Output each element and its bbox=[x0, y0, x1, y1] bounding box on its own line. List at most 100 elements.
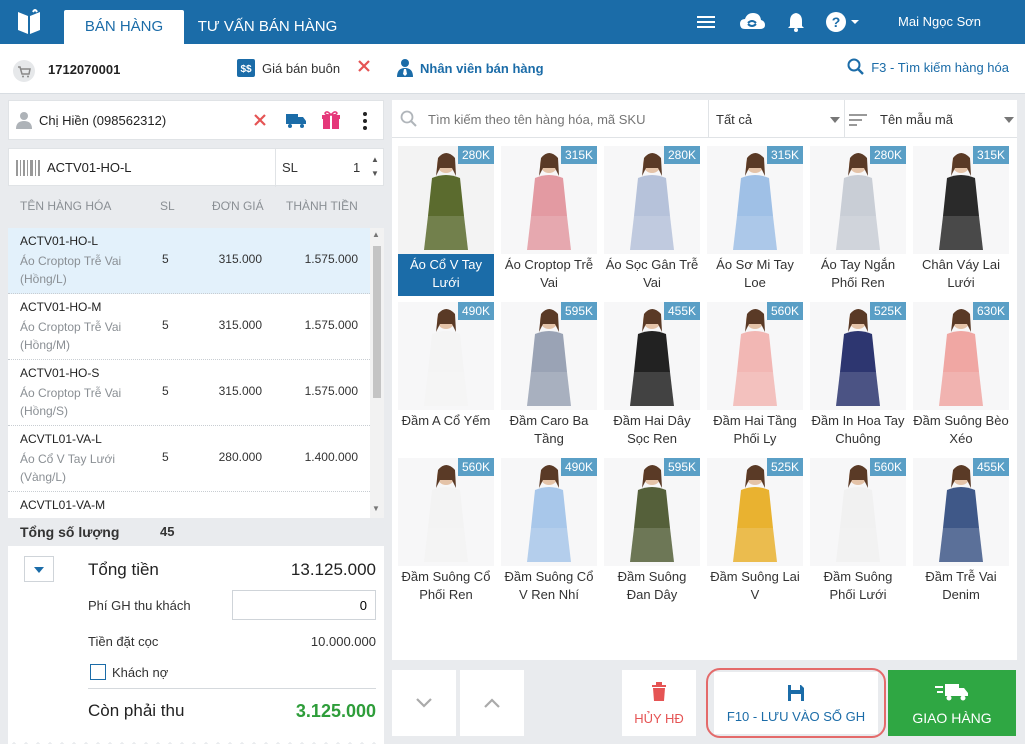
sales-staff-label: Nhân viên bán hàng bbox=[420, 60, 544, 76]
product-card[interactable]: 490K Đầm Suông Cổ V Ren Nhí bbox=[501, 458, 597, 608]
sku-input[interactable]: ACTV01-HO-L bbox=[47, 160, 132, 175]
row-qty[interactable]: 5 bbox=[162, 450, 169, 464]
category-filter[interactable]: Tất cả bbox=[716, 112, 752, 127]
product-name: Đầm In Hoa Tay Chuông bbox=[811, 413, 905, 446]
table-row[interactable]: ACTV01-HO-M Áo Croptop Trễ Vai (Hồng/M) … bbox=[8, 294, 370, 360]
product-card[interactable]: 315K Áo Sơ Mi Tay Loe bbox=[707, 146, 803, 296]
scroll-down-arrow[interactable]: ▼ bbox=[372, 504, 380, 513]
chevron-down-icon[interactable] bbox=[830, 117, 840, 123]
product-image: 455K bbox=[913, 458, 1009, 566]
row-price[interactable]: 315.000 bbox=[208, 252, 262, 266]
price-tag: 455K bbox=[663, 302, 700, 320]
product-card[interactable]: 280K Áo Tay Ngắn Phối Ren bbox=[810, 146, 906, 296]
menu-icon[interactable] bbox=[694, 10, 718, 34]
row-qty[interactable]: 5 bbox=[162, 252, 169, 266]
scroll-thumb[interactable] bbox=[373, 246, 381, 398]
receipt-edge bbox=[8, 734, 384, 744]
sales-staff-button[interactable]: Nhân viên bán hàng bbox=[396, 58, 544, 78]
divider bbox=[275, 149, 276, 187]
col-price-header: ĐƠN GIÁ bbox=[212, 199, 264, 213]
deposit-label: Tiền đặt cọc bbox=[88, 634, 159, 649]
user-name[interactable]: Mai Ngọc Sơn bbox=[898, 14, 981, 29]
amount-due-value: 3.125.000 bbox=[295, 701, 376, 721]
product-card[interactable]: 455K Đầm Trễ Vai Denim bbox=[913, 458, 1009, 608]
product-card[interactable]: 455K Đầm Hai Dây Sọc Ren bbox=[604, 302, 700, 452]
row-name: Áo Cổ V Tay Lưới (Vàng/L) bbox=[20, 452, 116, 484]
customer-box[interactable]: Chị Hiền (098562312) bbox=[8, 100, 384, 140]
table-row[interactable]: ACVTL01-VA-M bbox=[8, 492, 370, 518]
deliver-label: GIAO HÀNG bbox=[912, 710, 992, 726]
table-row[interactable]: ACTV01-HO-L Áo Croptop Trễ Vai (Hồng/L) … bbox=[8, 228, 370, 294]
row-price[interactable]: 315.000 bbox=[208, 318, 262, 332]
cart-scrollbar[interactable]: ▲ ▼ bbox=[370, 228, 384, 518]
cancel-invoice-button[interactable]: HỦY HĐ bbox=[622, 670, 696, 736]
collapse-summary-button[interactable] bbox=[24, 556, 54, 582]
cloud-sync-icon[interactable] bbox=[738, 10, 766, 34]
customer-debt-label: Khách nợ bbox=[112, 664, 169, 680]
product-card[interactable]: 525K Đầm Suông Lai V bbox=[707, 458, 803, 608]
product-image: 630K bbox=[913, 302, 1009, 410]
remove-customer-icon[interactable] bbox=[252, 112, 268, 128]
price-tag: 280K bbox=[869, 146, 906, 164]
row-name: Áo Croptop Trễ Vai (Hồng/L) bbox=[20, 254, 122, 286]
divider bbox=[88, 688, 376, 689]
product-name: Áo Croptop Trễ Vai bbox=[504, 257, 594, 290]
page-up-button[interactable] bbox=[460, 670, 524, 736]
product-card[interactable]: 490K Đầm A Cổ Yếm bbox=[398, 302, 494, 452]
total-quantity-row: Tổng số lượng 45 bbox=[8, 518, 384, 546]
order-id[interactable]: 1712070001 bbox=[48, 62, 120, 77]
product-card[interactable]: 630K Đầm Suông Bèo Xéo bbox=[913, 302, 1009, 452]
row-price[interactable]: 280.000 bbox=[208, 450, 262, 464]
remove-wholesale-icon[interactable] bbox=[356, 58, 372, 74]
row-price[interactable]: 315.000 bbox=[208, 384, 262, 398]
customer-debt-checkbox[interactable] bbox=[90, 664, 106, 680]
sort-select[interactable]: Tên mẫu mã bbox=[880, 112, 953, 127]
save-highlight: F10 - LƯU VÀO SỔ GH bbox=[706, 668, 886, 738]
product-card[interactable]: 315K Chân Váy Lai Lưới bbox=[913, 146, 1009, 296]
product-card[interactable]: 315K Áo Croptop Trễ Vai bbox=[501, 146, 597, 296]
table-row[interactable]: ACTV01-HO-S Áo Croptop Trễ Vai (Hồng/S) … bbox=[8, 360, 370, 426]
product-search-bar: Tất cả Tên mẫu mã bbox=[392, 100, 1017, 138]
gift-icon[interactable] bbox=[321, 110, 341, 130]
price-tag: 560K bbox=[766, 302, 803, 320]
product-card[interactable]: 560K Đầm Hai Tầng Phối Ly bbox=[707, 302, 803, 452]
row-qty[interactable]: 5 bbox=[162, 384, 169, 398]
page-down-button[interactable] bbox=[392, 670, 456, 736]
qty-stepper[interactable]: ▲ ▼ bbox=[371, 153, 379, 181]
product-panel: Tất cả Tên mẫu mã 280KÁo Cổ V Tay Lưới31… bbox=[392, 100, 1017, 660]
search-icon bbox=[400, 110, 417, 127]
product-card[interactable]: 525K Đầm In Hoa Tay Chuông bbox=[810, 302, 906, 452]
deliver-button[interactable]: GIAO HÀNG bbox=[888, 670, 1016, 736]
scroll-up-arrow[interactable]: ▲ bbox=[372, 230, 380, 239]
row-code: ACVTL01-VA-M bbox=[20, 498, 106, 512]
product-card[interactable]: 560K Đầm Suông Phối Lưới bbox=[810, 458, 906, 608]
delivery-truck-icon[interactable] bbox=[285, 111, 307, 129]
wholesale-price-button[interactable]: $$ Giá bán buôn bbox=[236, 58, 340, 78]
product-image: 525K bbox=[707, 458, 803, 566]
product-card[interactable]: 595K Đầm Suông Đan Dây bbox=[604, 458, 700, 608]
product-card[interactable]: 280K Áo Sọc Gân Trễ Vai bbox=[604, 146, 700, 296]
product-card[interactable]: 560K Đầm Suông Cổ Phối Ren bbox=[398, 458, 494, 608]
more-options-icon[interactable] bbox=[361, 110, 369, 132]
product-card[interactable]: 595K Đầm Caro Ba Tầng bbox=[501, 302, 597, 452]
product-image: 490K bbox=[398, 302, 494, 410]
shipping-fee-input[interactable] bbox=[232, 590, 376, 620]
row-qty[interactable]: 5 bbox=[162, 318, 169, 332]
bell-icon[interactable] bbox=[784, 10, 808, 34]
col-total-header: THÀNH TIỀN bbox=[286, 199, 358, 213]
product-search-shortcut[interactable]: F3 - Tìm kiếm hàng hóa bbox=[847, 58, 1009, 76]
table-row[interactable]: ACVTL01-VA-L Áo Cổ V Tay Lưới (Vàng/L) 5… bbox=[8, 426, 370, 492]
customer-name[interactable]: Chị Hiền (098562312) bbox=[39, 113, 166, 128]
chevron-down-icon[interactable] bbox=[1004, 117, 1014, 123]
sku-qty-input[interactable]: 1 bbox=[353, 160, 360, 175]
product-search-input[interactable] bbox=[428, 108, 698, 130]
save-to-delivery-book-button[interactable]: F10 - LƯU VÀO SỔ GH bbox=[714, 672, 878, 734]
customer-debt-toggle[interactable]: Khách nợ bbox=[90, 664, 168, 680]
product-image: 560K bbox=[398, 458, 494, 566]
help-icon[interactable]: ? bbox=[824, 10, 862, 34]
order-bar: 1712070001 $$ Giá bán buôn Nhân viên bán… bbox=[0, 44, 1025, 94]
tab-sales[interactable]: BÁN HÀNG bbox=[64, 10, 184, 44]
product-card[interactable]: 280K Áo Cổ V Tay Lưới bbox=[398, 146, 494, 296]
tab-sales-consult[interactable]: TƯ VẤN BÁN HÀNG bbox=[190, 10, 345, 44]
product-image: 595K bbox=[501, 302, 597, 410]
